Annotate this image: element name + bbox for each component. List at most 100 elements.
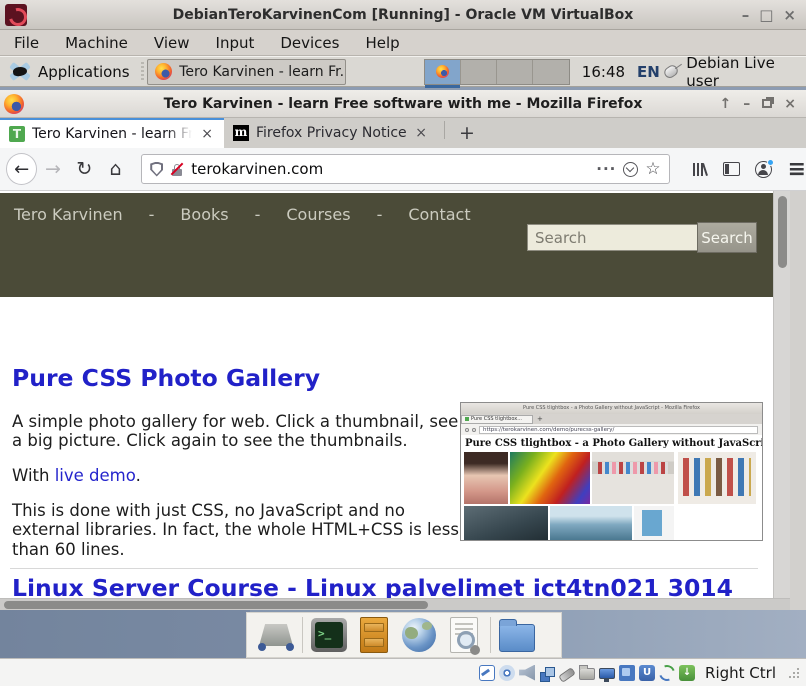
workspace-1[interactable] [425,60,461,84]
article-divider [10,568,758,569]
article-heading[interactable]: Pure CSS Photo Gallery [12,364,320,392]
web-browser-launcher[interactable] [400,616,438,654]
tab-label: Firefox Privacy Notice — [256,125,406,141]
desktop-shade [0,610,250,658]
menu-file[interactable]: File [14,34,39,52]
applications-menu-button[interactable]: Applications [0,57,138,86]
thumbnail-skateboards [678,452,756,504]
menu-hamburger-icon[interactable]: ≡ [788,157,806,182]
mouse-settings-icon[interactable] [662,63,680,80]
terminal-icon: >_ [311,618,347,652]
keyboard-capture-icon[interactable]: ↓ [679,665,695,681]
window-restore-button[interactable] [762,99,772,108]
mini-titlebar: Pure CSS tlightbox - a Photo Gallery wit… [461,403,762,414]
url-bar[interactable]: terokarvinen.com ··· ☆ [141,154,669,184]
live-demo-link[interactable]: live demo [55,466,136,485]
tab-close-icon[interactable]: × [413,125,429,141]
recording-icon[interactable] [619,665,635,681]
vbox-maximize-button[interactable]: □ [759,6,773,24]
audio-icon[interactable] [519,665,535,681]
mini-new-tab: + [537,415,543,423]
show-desktop-button[interactable] [257,616,295,654]
vbox-minimize-button[interactable]: – [742,6,750,24]
pocket-icon[interactable] [623,162,638,177]
tab-close-icon[interactable]: × [199,126,215,142]
mozilla-favicon: m [233,125,249,141]
firefox-tabbar: T Tero Karvinen - learn Fre × m Firefox … [0,118,806,148]
session-user-label[interactable]: Debian Live user [686,54,798,90]
tab-privacy-notice[interactable]: m Firefox Privacy Notice — × [224,118,438,148]
mini-tab-label: Pure CSS tlightbox... [471,416,522,422]
page-content: Tero Karvinen - Books - Courses - Contac… [0,191,773,598]
nav-link-home[interactable]: Tero Karvinen [14,205,123,224]
search-input[interactable] [527,224,697,251]
resize-grip[interactable] [788,667,800,679]
task-button-label: Tero Karvinen - learn Fr... [179,64,346,80]
taskbar-firefox-button[interactable]: Tero Karvinen - learn Fr... [147,59,346,85]
page-actions-icon[interactable]: ··· [596,160,616,178]
horizontal-scrollbar-thumb[interactable] [4,601,428,609]
account-icon[interactable] [755,161,772,178]
article-paragraph: With live demo. [12,466,464,485]
features-icon[interactable]: U [639,665,655,681]
new-tab-button[interactable]: + [451,122,483,144]
library-icon[interactable] [692,161,709,178]
horizontal-scrollbar[interactable] [0,598,790,610]
panel-clock[interactable]: 16:48 [582,63,625,81]
window-shade-button[interactable]: ↑ [720,96,732,112]
display-icon[interactable] [599,668,615,679]
terminal-launcher[interactable]: >_ [310,616,348,654]
vertical-scrollbar-thumb[interactable] [778,196,787,268]
nav-link-contact[interactable]: Contact [408,205,470,224]
dock-panel: >_ [246,612,562,658]
mini-thumbnail-row [461,451,762,505]
site-nav: Tero Karvinen - Books - Courses - Contac… [14,205,471,224]
shared-folders-icon[interactable] [579,668,595,680]
window-minimize-button[interactable]: – [743,96,750,112]
optical-disc-icon[interactable] [499,665,515,681]
hard-disk-icon[interactable] [479,665,495,681]
site-header: Tero Karvinen - Books - Courses - Contac… [0,193,773,297]
window-edge [790,191,806,610]
home-button[interactable]: ⌂ [100,158,131,180]
back-button[interactable]: ← [6,153,37,185]
sidebar-toggle-icon[interactable] [723,162,740,176]
folder-icon [499,624,535,652]
workspace-4[interactable] [533,60,569,84]
menu-view[interactable]: View [154,34,190,52]
mini-tabbar: Pure CSS tlightbox... + [461,414,762,424]
desktop-background: >_ [0,610,806,658]
article-paragraph: This is done with just CSS, no JavaScrip… [12,501,464,559]
nav-link-books[interactable]: Books [180,205,228,224]
next-article-heading[interactable]: Linux Server Course - Linux palvelimet i… [12,574,772,598]
gallery-screenshot-image[interactable]: Pure CSS tlightbox - a Photo Gallery wit… [460,402,763,541]
vbox-close-button[interactable]: × [783,6,796,24]
mini-url-text: https://terokarvinen.com/demo/purecss-ga… [479,426,758,434]
mouse-integration-icon[interactable] [656,662,677,683]
tab-tero-karvinen[interactable]: T Tero Karvinen - learn Fre × [0,118,224,148]
nav-link-courses[interactable]: Courses [286,205,350,224]
search-button[interactable]: Search [697,222,757,253]
thumbnail-doll [464,452,508,504]
window-close-button[interactable]: × [784,96,796,112]
usb-icon[interactable] [558,667,576,683]
network-icon[interactable] [539,666,555,682]
bookmark-star-icon[interactable]: ☆ [645,159,660,179]
menu-machine[interactable]: Machine [65,34,128,52]
reload-button[interactable]: ↻ [69,158,100,180]
keyboard-layout-indicator[interactable]: EN [637,63,660,81]
menu-devices[interactable]: Devices [280,34,339,52]
tracking-protection-shield-icon[interactable] [150,162,163,177]
insecure-connection-lock-icon[interactable] [170,162,184,177]
menu-help[interactable]: Help [365,34,399,52]
url-text[interactable]: terokarvinen.com [191,160,589,178]
vertical-scrollbar[interactable] [773,191,790,598]
mini-nav-icon [472,428,476,432]
search-files-launcher[interactable] [445,616,483,654]
workspace-3[interactable] [497,60,533,84]
file-cabinet-launcher[interactable] [355,616,393,654]
forward-button[interactable]: → [37,158,68,180]
workspace-2[interactable] [461,60,497,84]
menu-input[interactable]: Input [216,34,255,52]
file-manager-launcher[interactable] [498,616,536,654]
